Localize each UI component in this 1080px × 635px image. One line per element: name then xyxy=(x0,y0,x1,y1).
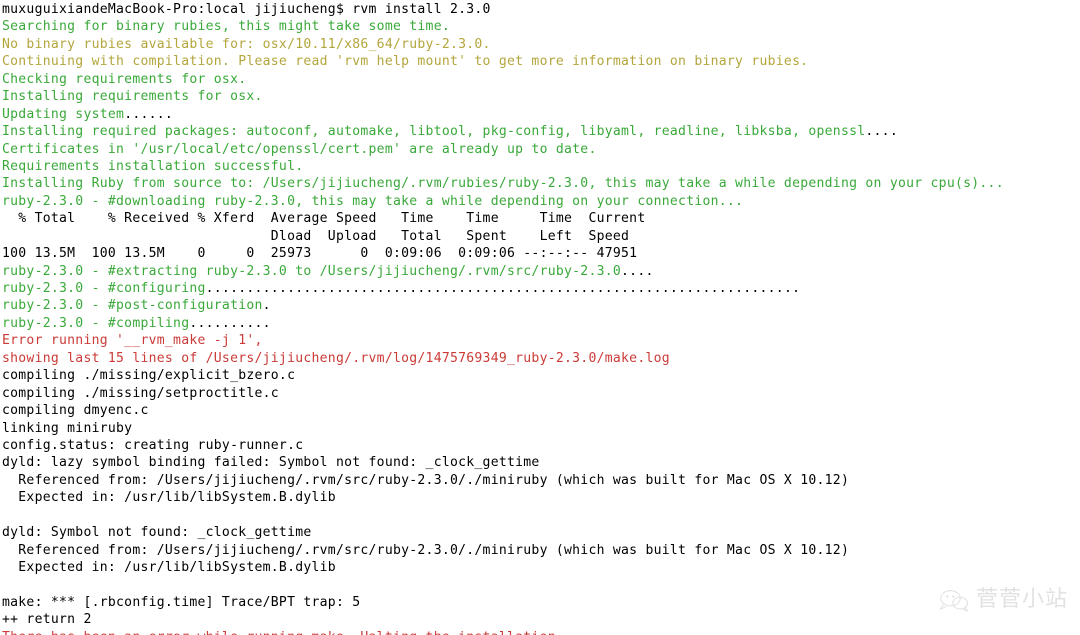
terminal-line: ruby-2.3.0 - #configuring...............… xyxy=(2,280,1080,297)
terminal-line-text: ruby-2.3.0 - #compiling xyxy=(2,315,190,331)
terminal-line-text: muxuguixiandeMacBook-Pro:local jijiuchen… xyxy=(2,2,491,17)
terminal-line: Checking requirements for osx. xyxy=(2,71,1080,88)
terminal-line: Expected in: /usr/lib/libSystem.B.dylib xyxy=(2,559,1080,576)
terminal-line: Installing required packages: autoconf, … xyxy=(2,123,1080,140)
terminal-line-text: Requirements installation successful. xyxy=(2,158,304,174)
terminal-line: compiling ./missing/setproctitle.c xyxy=(2,385,1080,402)
terminal-line: ruby-2.3.0 - #downloading ruby-2.3.0, th… xyxy=(2,193,1080,210)
terminal-progress-dots: ...... xyxy=(124,106,174,122)
terminal-line: ruby-2.3.0 - #post-configuration. xyxy=(2,297,1080,314)
terminal-line-text: Installing Ruby from source to: /Users/j… xyxy=(2,176,1004,192)
terminal-line-text: No binary rubies available for: osx/10.1… xyxy=(2,36,491,52)
terminal-line-text: ruby-2.3.0 - #configuring xyxy=(2,281,206,296)
terminal-line: muxuguixiandeMacBook-Pro:local jijiuchen… xyxy=(2,1,1080,18)
terminal-line-text: compiling dmyenc.c xyxy=(2,403,149,419)
terminal-line-text: dyld: lazy symbol binding failed: Symbol… xyxy=(2,455,540,471)
terminal-line: Searching for binary rubies, this might … xyxy=(2,18,1080,35)
terminal-line-text: There has been an error while running ma… xyxy=(2,630,564,635)
terminal-line: ruby-2.3.0 - #extracting ruby-2.3.0 to /… xyxy=(2,263,1080,280)
terminal-line-text: % Total % Received % Xferd Average Speed… xyxy=(2,211,646,227)
terminal-line-text: ruby-2.3.0 - #downloading ruby-2.3.0, th… xyxy=(2,193,744,209)
terminal-line-text: 100 13.5M 100 13.5M 0 0 25973 0 0:09:06 … xyxy=(2,246,638,262)
terminal-line: dyld: lazy symbol binding failed: Symbol… xyxy=(2,454,1080,471)
terminal-line: config.status: creating ruby-runner.c xyxy=(2,437,1080,454)
terminal-progress-dots: .... xyxy=(865,124,898,140)
terminal-line-text: Installing required packages: autoconf, … xyxy=(2,124,866,140)
terminal-line: Referenced from: /Users/jijiucheng/.rvm/… xyxy=(2,542,1080,559)
terminal-line: Continuing with compilation. Please read… xyxy=(2,53,1080,70)
terminal-line-text: Installing requirements for osx. xyxy=(2,89,263,105)
terminal-output: muxuguixiandeMacBook-Pro:local jijiuchen… xyxy=(2,1,1080,635)
terminal-line: Updating system...... xyxy=(2,106,1080,123)
terminal-line-text: Expected in: /usr/lib/libSystem.B.dylib xyxy=(2,490,336,506)
terminal-progress-dots: . xyxy=(262,298,271,314)
terminal-line-text: Continuing with compilation. Please read… xyxy=(2,54,809,70)
terminal-line-text: Dload Upload Total Spent Left Speed xyxy=(2,228,630,244)
terminal-line: showing last 15 lines of /Users/jijiuche… xyxy=(2,350,1080,367)
terminal-line-text: ++ return 2 xyxy=(2,612,92,628)
terminal-line: Error running '__rvm_make -j 1', xyxy=(2,332,1080,349)
terminal-line: Requirements installation successful. xyxy=(2,158,1080,175)
terminal-line: Dload Upload Total Spent Left Speed xyxy=(2,228,1080,245)
terminal-progress-dots: ........................................… xyxy=(205,281,801,296)
terminal-line: Installing requirements for osx. xyxy=(2,88,1080,105)
terminal-line: Referenced from: /Users/jijiucheng/.rvm/… xyxy=(2,472,1080,489)
terminal-line: compiling dmyenc.c xyxy=(2,402,1080,419)
terminal-line-text: linking miniruby xyxy=(2,420,133,436)
terminal-line-text: make: *** [.rbconfig.time] Trace/BPT tra… xyxy=(2,594,361,610)
terminal-line-text: showing last 15 lines of /Users/jijiuche… xyxy=(2,350,670,366)
terminal-line-text: Expected in: /usr/lib/libSystem.B.dylib xyxy=(2,560,336,575)
terminal-line-text: ruby-2.3.0 - #extracting ruby-2.3.0 to /… xyxy=(2,263,622,279)
terminal-line: There has been an error while running ma… xyxy=(2,629,1080,635)
terminal-line: Certificates in '/usr/local/etc/openssl/… xyxy=(2,141,1080,158)
terminal-line-text: ruby-2.3.0 - #post-configuration xyxy=(2,298,263,314)
terminal-line: ++ return 2 xyxy=(2,611,1080,628)
terminal-line-text: Referenced from: /Users/jijiucheng/.rvm/… xyxy=(2,542,850,558)
terminal-line-text: dyld: Symbol not found: _clock_gettime xyxy=(2,525,312,541)
terminal-line-text: config.status: creating ruby-runner.c xyxy=(2,437,304,453)
terminal-line-text: compiling ./missing/explicit_bzero.c xyxy=(2,368,296,384)
terminal-line-text: Updating system xyxy=(2,106,125,122)
terminal-progress-dots: .......... xyxy=(189,315,271,331)
terminal-line: % Total % Received % Xferd Average Speed… xyxy=(2,210,1080,227)
terminal-line-text: compiling ./missing/setproctitle.c xyxy=(2,385,279,401)
terminal-line-text: Referenced from: /Users/jijiucheng/.rvm/… xyxy=(2,472,850,488)
terminal-line: No binary rubies available for: osx/10.1… xyxy=(2,36,1080,53)
terminal-line-text: Checking requirements for osx. xyxy=(2,71,247,87)
terminal-line-text: Searching for binary rubies, this might … xyxy=(2,19,450,35)
terminal-progress-dots: .... xyxy=(621,263,654,279)
terminal-line: dyld: Symbol not found: _clock_gettime xyxy=(2,524,1080,541)
terminal-window[interactable]: muxuguixiandeMacBook-Pro:local jijiuchen… xyxy=(0,0,1080,635)
terminal-line: linking miniruby xyxy=(2,420,1080,437)
terminal-line-text: Error running '__rvm_make -j 1', xyxy=(2,333,263,349)
terminal-line: ruby-2.3.0 - #compiling.......... xyxy=(2,315,1080,332)
terminal-line: compiling ./missing/explicit_bzero.c xyxy=(2,367,1080,384)
terminal-line: 100 13.5M 100 13.5M 0 0 25973 0 0:09:06 … xyxy=(2,245,1080,262)
terminal-line: Installing Ruby from source to: /Users/j… xyxy=(2,175,1080,192)
terminal-line-text: Certificates in '/usr/local/etc/openssl/… xyxy=(2,141,597,157)
terminal-line: Expected in: /usr/lib/libSystem.B.dylib xyxy=(2,489,1080,506)
terminal-line: make: *** [.rbconfig.time] Trace/BPT tra… xyxy=(2,594,1080,611)
